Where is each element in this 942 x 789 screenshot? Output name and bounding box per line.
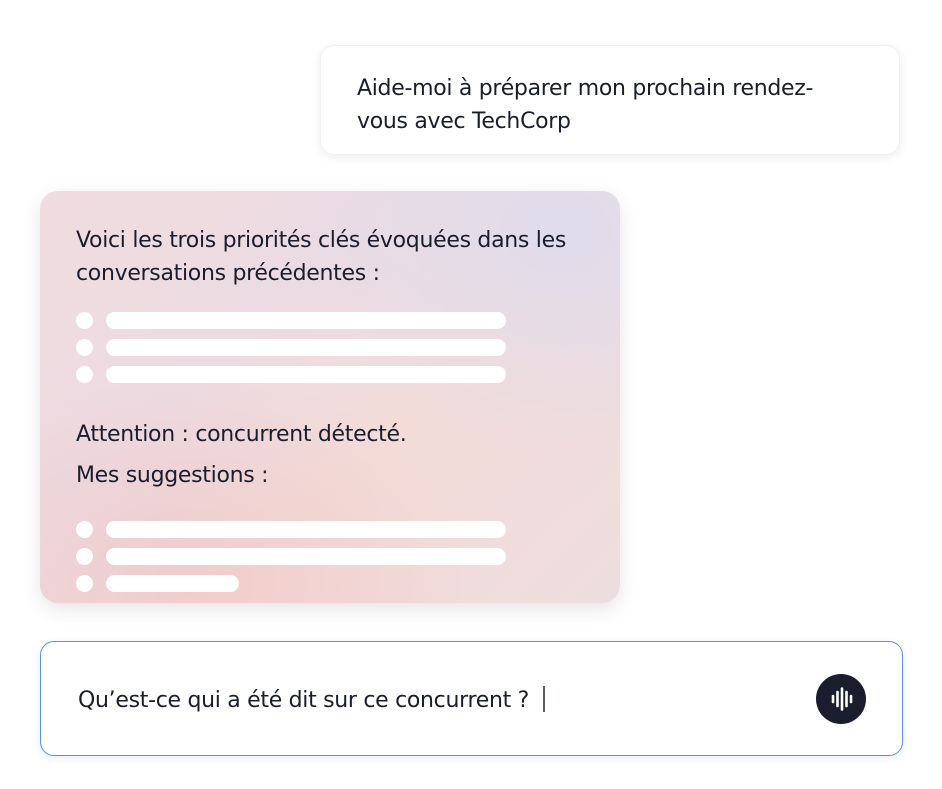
assistant-intro-text: Voici les trois priorités clés évoquées … <box>76 228 566 286</box>
user-message-bubble: Aide-moi à préparer mon prochain rendez-… <box>320 45 900 155</box>
chat-input-field[interactable]: Qu’est-ce qui a été dit sur ce concurren… <box>78 686 546 716</box>
chat-input-box[interactable]: Qu’est-ce qui a été dit sur ce concurren… <box>40 641 903 756</box>
suggestions-heading: Mes suggestions : <box>76 463 269 488</box>
bullet-dot-icon <box>76 548 93 565</box>
bullet-dot-icon <box>76 366 93 383</box>
suggestions-list <box>76 516 584 597</box>
voice-input-button[interactable] <box>816 674 866 724</box>
priority-list-item <box>76 307 584 334</box>
voice-waveform-icon <box>831 687 853 711</box>
bullet-dot-icon <box>76 339 93 356</box>
assistant-response-card: Voici les trois priorités clés évoquées … <box>40 191 620 603</box>
suggestion-list-item <box>76 543 584 570</box>
priority-list-item <box>76 361 584 388</box>
text-caret <box>543 686 546 712</box>
suggestion-list-item <box>76 570 584 597</box>
suggestion-list-item <box>76 516 584 543</box>
user-message-text: Aide-moi à préparer mon prochain rendez-… <box>357 76 814 134</box>
text-placeholder-bar <box>106 548 506 565</box>
text-placeholder-bar <box>106 366 506 383</box>
competitor-warning-text: Attention : concurrent détecté. <box>76 422 407 447</box>
chat-input-value: Qu’est-ce qui a été dit sur ce concurren… <box>78 688 530 713</box>
priority-list-item <box>76 334 584 361</box>
priorities-list <box>76 307 584 388</box>
text-placeholder-bar <box>106 312 506 329</box>
text-placeholder-bar <box>106 339 506 356</box>
bullet-dot-icon <box>76 312 93 329</box>
bullet-dot-icon <box>76 575 93 592</box>
text-placeholder-bar <box>106 521 506 538</box>
text-placeholder-bar <box>106 575 239 592</box>
bullet-dot-icon <box>76 521 93 538</box>
